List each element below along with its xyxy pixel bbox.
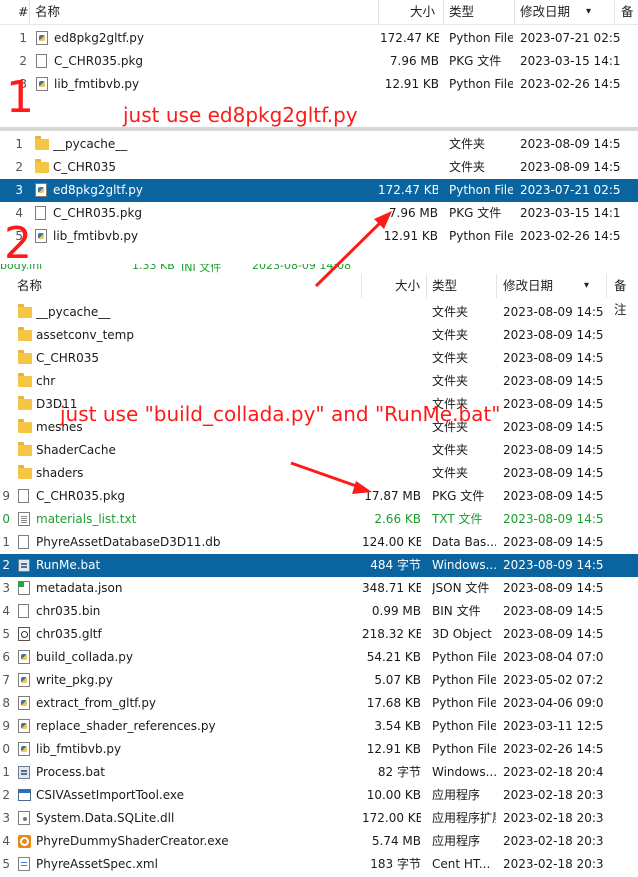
annotation-arrows [290,211,392,494]
arrow-to-pkg-size [314,211,392,288]
arrow-to-pkg-size-bottom [290,461,372,494]
